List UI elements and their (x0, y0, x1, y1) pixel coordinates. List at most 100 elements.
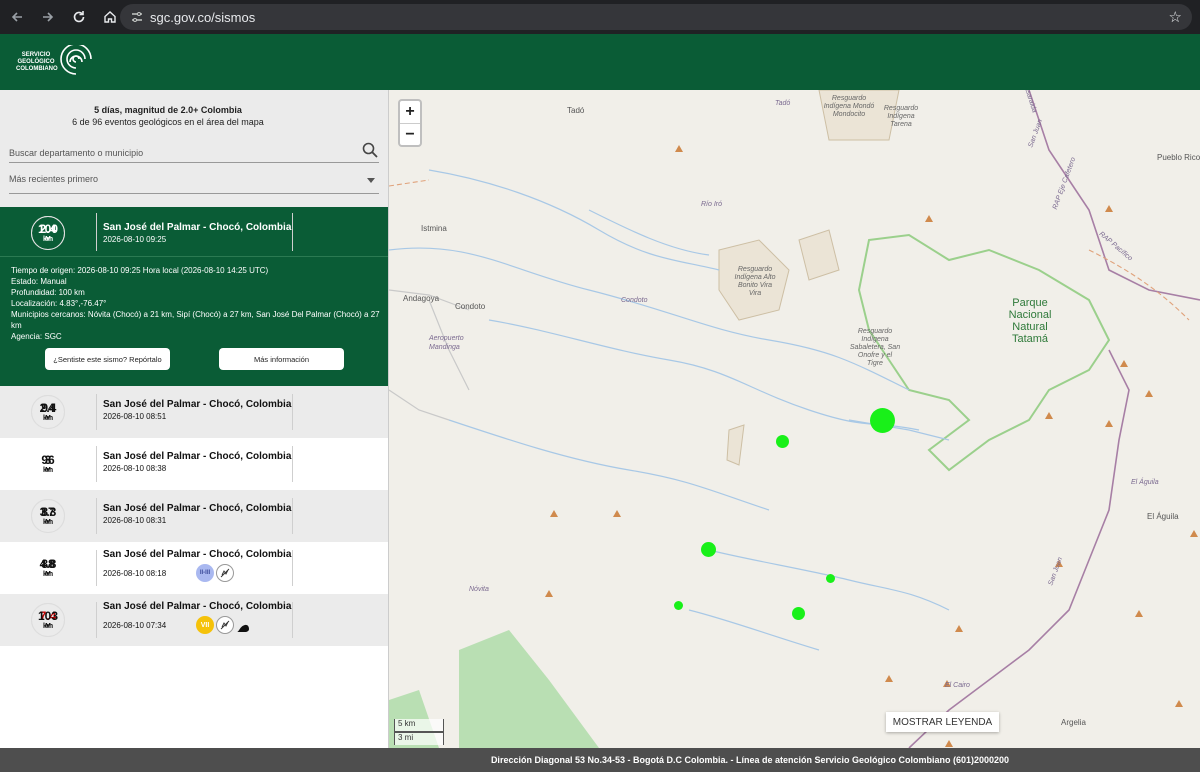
depth-badge: 94 km (31, 395, 65, 429)
selected-event-header[interactable]: 2.4 M San José del Palmar - Chocó, Colom… (0, 207, 388, 257)
depth-value: 88 (41, 556, 55, 571)
event-row[interactable]: 4.8 M San José del Palmar - Chocó, Colom… (0, 542, 388, 594)
event-datetime: 2026-08-10 08:51 (103, 412, 167, 421)
depth-badge: 100 km (31, 216, 65, 250)
nearby-municipalities: Municipios cercanos: Nóvita (Chocó) a 21… (11, 310, 380, 330)
earthquake-marker[interactable] (870, 408, 895, 433)
back-button[interactable] (3, 3, 31, 31)
events-panel: 5 días, magnitud de 2.0+ Colombia 6 de 9… (0, 90, 389, 748)
more-info-button[interactable]: Más información (219, 348, 344, 370)
depth-value: 103 (37, 608, 59, 623)
divider (292, 550, 293, 586)
intensity-badge: II-III (196, 564, 214, 582)
event-datetime: 2026-08-10 08:31 (103, 516, 167, 525)
map-basemap (389, 90, 1200, 748)
divider (292, 213, 293, 251)
event-datetime: 2026-08-10 09:25 (103, 235, 167, 244)
divider (96, 602, 97, 638)
scale-mi: 3 mi (394, 732, 444, 745)
search-input[interactable] (9, 148, 349, 158)
browser-toolbar: sgc.gov.co/sismos ☆ (0, 0, 1200, 34)
map-label-condoto-river: Condoto (621, 297, 648, 304)
map-label-reserve-alto-bonito: Resguardo Indígena Alto Bonito Vira Vira (734, 266, 776, 297)
earthquake-marker[interactable] (792, 607, 805, 620)
depth-unit: km (42, 570, 54, 578)
earthquake-marker[interactable] (826, 574, 835, 583)
agency: Agencia: SGC (11, 332, 62, 341)
summary-count: 6 de 96 eventos geológicos en el área de… (72, 117, 264, 127)
reload-icon (73, 11, 85, 23)
divider (96, 394, 97, 430)
event-title: San José del Palmar - Chocó, Colombia (103, 549, 292, 560)
map-label-el-aguila-small: El Águila (1131, 479, 1159, 486)
map-label-el-aguila: El Águila (1147, 512, 1179, 521)
home-icon (104, 11, 116, 23)
footer: Dirección Diagonal 53 No.34-53 - Bogotá … (0, 748, 1200, 772)
depth-badge: 87 km (31, 499, 65, 533)
status: Estado: Manual (11, 277, 67, 286)
event-datetime: 2026-08-10 07:34 (103, 621, 167, 630)
report-button[interactable]: ¿Sentiste este sismo? Repórtalo (45, 348, 170, 370)
depth-badge: 103 km (31, 603, 65, 637)
depth-unit: km (42, 235, 54, 243)
divider (292, 446, 293, 482)
arrow-left-icon (11, 12, 22, 22)
summary-title: 5 días, magnitud de 2.0+ Colombia (94, 105, 242, 115)
chevron-down-icon (367, 178, 375, 183)
map-label-andagoya: Andagoya (403, 294, 440, 303)
map-label-reserve-tarena: Resguardo Indígena Tarena (883, 105, 919, 128)
map-label-tado: Tadó (567, 106, 585, 115)
zoom-control: + − (398, 99, 422, 147)
event-datetime: 2026-08-10 08:38 (103, 464, 167, 473)
selected-event-card[interactable]: 2.4 M San José del Palmar - Chocó, Colom… (0, 207, 388, 386)
location: Localización: 4.83°,-76.47° (11, 299, 107, 308)
reload-button[interactable] (65, 3, 93, 31)
depth: Profundidad: 100 km (11, 288, 85, 297)
forward-button[interactable] (34, 3, 62, 31)
depth-unit: km (42, 466, 54, 474)
search-icon[interactable] (361, 141, 379, 159)
event-row[interactable]: 2.4 M San José del Palmar - Chocó, Colom… (0, 386, 388, 438)
event-row[interactable]: 3.3 M San José del Palmar - Chocó, Colom… (0, 490, 388, 542)
zoom-in-button[interactable]: + (400, 101, 420, 123)
event-title: San José del Palmar - Chocó, Colombia (103, 601, 292, 612)
search-row (9, 141, 379, 163)
show-legend-button[interactable]: MOSTRAR LEYENDA (886, 712, 999, 732)
map-label-condoto: Condoto (455, 302, 486, 311)
star-icon[interactable]: ☆ (1169, 8, 1182, 26)
logo-line-2: GEOLÓGICO (17, 58, 55, 65)
divider (96, 550, 97, 586)
earthquake-marker[interactable] (701, 542, 716, 557)
map-label-rio-iro: Río Iró (701, 201, 723, 208)
divider (292, 498, 293, 534)
earthquake-marker[interactable] (674, 601, 683, 610)
logo-line-1: SERVICIO (21, 51, 51, 58)
logo-text: SERVICIO GEOLÓGICO COLOMBIANO (16, 51, 58, 73)
site-header: SERVICIO GEOLÓGICO COLOMBIANO (0, 34, 1200, 90)
event-title: San José del Palmar - Chocó, Colombia (103, 503, 292, 514)
map-label-tado-small: Tadó (775, 100, 791, 107)
map-label-airport: Aeropuerto Mandinga (429, 335, 464, 351)
sort-select[interactable]: Más recientes primero (9, 174, 379, 194)
depth-value: 94 (41, 400, 55, 415)
event-row[interactable]: 7.4 M San José del Palmar - Chocó, Colom… (0, 594, 388, 646)
spiral-logo-icon (60, 45, 92, 75)
filter-area: 5 días, magnitud de 2.0+ Colombia 6 de 9… (0, 90, 388, 207)
earthquake-marker[interactable] (776, 435, 789, 448)
sgc-logo[interactable]: SERVICIO GEOLÓGICO COLOMBIANO (16, 42, 100, 82)
map[interactable]: Tadó Tadó Istmina Andagoya Condoto Condo… (389, 90, 1200, 748)
divider (292, 602, 293, 638)
intensity-badge: VII (196, 616, 214, 634)
event-title: San José del Palmar - Chocó, Colombia (103, 399, 292, 410)
depth-unit: km (42, 414, 54, 422)
divider (96, 498, 97, 534)
map-label-istmina: Istmina (421, 224, 447, 233)
event-row[interactable]: 3 M San José del Palmar - Chocó, Colombi… (0, 438, 388, 490)
zoom-out-button[interactable]: − (400, 123, 420, 145)
divider (96, 213, 97, 251)
footer-text: Dirección Diagonal 53 No.34-53 - Bogotá … (490, 755, 1010, 765)
site-info-icon[interactable] (130, 10, 144, 27)
event-title: San José del Palmar - Chocó, Colombia (103, 451, 292, 462)
event-details: Tiempo de origen: 2026-08-10 09:25 Hora … (11, 265, 381, 342)
address-bar[interactable]: sgc.gov.co/sismos ☆ (120, 4, 1192, 30)
